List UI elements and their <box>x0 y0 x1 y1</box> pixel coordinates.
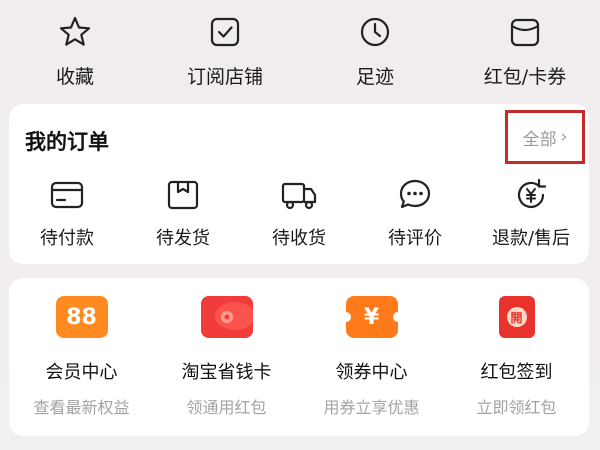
checkbox-icon <box>210 17 240 47</box>
view-all-label: 全部 <box>522 129 557 150</box>
shortcut-coupons[interactable]: 红包/卡券 <box>450 0 600 100</box>
shortcut-subscribed-shops[interactable]: 订阅店铺 <box>150 0 300 100</box>
shortcut-label: 订阅店铺 <box>186 66 263 88</box>
benefit-title: 会员中心 <box>45 362 118 383</box>
coupon-icon <box>510 18 540 47</box>
ticket-notch-right <box>392 312 403 322</box>
order-label: 待收货 <box>272 228 326 249</box>
my-orders-card: 我的订单 全部 › 待付款 待发货 待收货 待评价 退款/售后 <box>9 104 589 264</box>
order-pending-payment[interactable]: 待付款 <box>9 176 125 256</box>
benefit-subtitle: 用券立享优惠 <box>323 398 420 417</box>
red-envelope-seal: 開 <box>506 307 527 327</box>
order-label: 待发货 <box>156 228 210 249</box>
refund-icon <box>517 178 547 208</box>
red-envelope-icon: 開 <box>491 296 543 338</box>
box-icon <box>167 180 199 210</box>
benefits-row: 88 会员中心 查看最新权益 淘宝省钱卡 领通用红包 ¥ 领券中心 用券立享优惠… <box>9 296 589 426</box>
vip-88-icon: 88 <box>55 296 108 338</box>
clock-icon <box>360 17 390 47</box>
order-pending-receipt[interactable]: 待收货 <box>241 176 357 256</box>
ticket-notch-left <box>340 312 351 322</box>
star-icon <box>59 16 91 46</box>
money-card-graphic <box>200 296 253 338</box>
ticket-icon: ¥ <box>340 296 403 338</box>
benefit-title: 淘宝省钱卡 <box>181 362 272 383</box>
order-label: 待付款 <box>40 228 94 249</box>
order-refund-aftersales[interactable]: 退款/售后 <box>473 176 589 256</box>
benefit-red-envelope-checkin[interactable]: 開 红包签到 立即领红包 <box>444 296 589 426</box>
vip-88-icon-text: 88 <box>66 304 97 330</box>
money-card-icon <box>200 296 253 338</box>
shortcut-label: 红包/卡券 <box>483 66 567 88</box>
card-icon <box>50 181 84 209</box>
benefit-member-center[interactable]: 88 会员中心 查看最新权益 <box>9 296 154 426</box>
top-shortcuts: 收藏 订阅店铺 足迹 红包/卡券 <box>0 0 600 100</box>
benefit-subtitle: 立即领红包 <box>476 398 557 417</box>
benefit-money-saving-card[interactable]: 淘宝省钱卡 领通用红包 <box>154 296 299 426</box>
shortcut-favorites[interactable]: 收藏 <box>0 0 150 100</box>
chat-icon <box>399 179 431 209</box>
benefit-title: 领券中心 <box>335 362 408 383</box>
truck-icon <box>281 182 317 210</box>
shortcut-label: 收藏 <box>55 66 94 88</box>
order-pending-shipment[interactable]: 待发货 <box>125 176 241 256</box>
order-pending-review[interactable]: 待评价 <box>357 176 473 256</box>
ticket-icon-text: ¥ <box>363 304 380 330</box>
order-status-row: 待付款 待发货 待收货 待评价 退款/售后 <box>9 176 589 256</box>
chevron-right-icon: › <box>560 127 568 147</box>
view-all-orders-button[interactable]: 全部 › <box>505 110 585 164</box>
benefits-card: 88 会员中心 查看最新权益 淘宝省钱卡 领通用红包 ¥ 领券中心 用券立享优惠… <box>9 278 589 436</box>
shortcut-footprints[interactable]: 足迹 <box>300 0 450 100</box>
red-envelope-seal-text: 開 <box>510 310 523 325</box>
orders-title: 我的订单 <box>25 130 109 154</box>
benefit-subtitle: 领通用红包 <box>186 398 267 417</box>
red-envelope-body: 開 <box>498 296 535 338</box>
order-label: 待评价 <box>388 228 442 249</box>
order-label: 退款/售后 <box>491 228 571 249</box>
benefit-title: 红包签到 <box>480 362 553 383</box>
shortcut-label: 足迹 <box>355 66 394 88</box>
benefit-subtitle: 查看最新权益 <box>33 398 130 417</box>
benefit-coupon-center[interactable]: ¥ 领券中心 用券立享优惠 <box>299 296 444 426</box>
